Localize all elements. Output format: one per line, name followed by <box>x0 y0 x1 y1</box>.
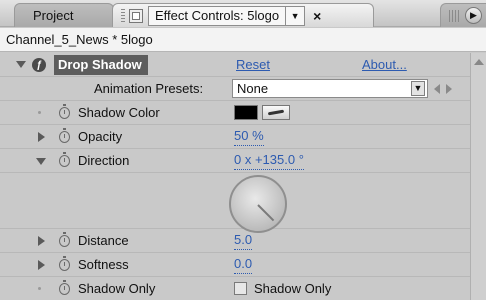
direction-label: Direction <box>78 153 130 168</box>
property-row-distance: Distance 5.0 <box>0 229 470 253</box>
tab-project-label: Project <box>33 8 74 23</box>
stopwatch-icon[interactable] <box>59 232 70 247</box>
tab-grip-icon[interactable] <box>121 8 125 23</box>
shadow-color-swatch[interactable] <box>234 105 258 120</box>
direction-value[interactable]: 0 x +135.0 ° <box>234 151 304 170</box>
tab-effect-controls-label: Effect Controls: 5logo <box>148 5 286 26</box>
tab-overflow: ▶ <box>440 3 486 27</box>
softness-value[interactable]: 0.0 <box>234 255 253 274</box>
chevron-down-icon[interactable]: ▼ <box>411 81 425 96</box>
direction-dial-row <box>0 173 470 233</box>
scroll-up-icon[interactable] <box>474 59 484 65</box>
shadow-only-checkbox-label[interactable]: Shadow Only <box>254 277 331 300</box>
tab-project[interactable]: Project <box>14 3 114 27</box>
effect-controls-panel: ƒ Drop Shadow Reset About... Animation P… <box>0 53 470 300</box>
previous-preset-icon[interactable] <box>434 84 440 94</box>
shadow-only-checkbox[interactable] <box>234 282 247 295</box>
preset-nav <box>434 84 458 94</box>
animation-presets-select[interactable]: None ▼ <box>232 79 428 98</box>
next-preset-icon[interactable] <box>446 84 452 94</box>
eyedropper-icon <box>267 109 285 116</box>
effect-name[interactable]: Drop Shadow <box>54 55 148 75</box>
shadow-color-label: Shadow Color <box>78 105 160 120</box>
stopwatch-icon[interactable] <box>59 128 70 143</box>
effect-header-row: ƒ Drop Shadow Reset About... <box>0 53 470 77</box>
expand-triangle-icon[interactable] <box>38 236 45 246</box>
softness-label: Softness <box>78 257 129 272</box>
distance-label: Distance <box>78 233 129 248</box>
property-row-opacity: Opacity 50 % <box>0 125 470 149</box>
tab-grip-icon[interactable] <box>449 9 459 22</box>
property-row-direction: Direction 0 x +135.0 ° <box>0 149 470 173</box>
bullet-icon <box>38 287 41 290</box>
stopwatch-icon[interactable] <box>59 104 70 119</box>
stopwatch-icon[interactable] <box>59 152 70 167</box>
shadow-only-label: Shadow Only <box>78 281 156 296</box>
fx-toggle-icon[interactable]: ƒ <box>32 58 46 72</box>
stopwatch-icon[interactable] <box>59 256 70 271</box>
effect-controls-icon <box>129 8 143 23</box>
eyedropper-button[interactable] <box>262 105 290 120</box>
property-row-shadow-only: Shadow Only Shadow Only <box>0 277 470 300</box>
expand-triangle-icon[interactable] <box>38 132 45 142</box>
vertical-scrollbar[interactable] <box>470 53 486 300</box>
opacity-value[interactable]: 50 % <box>234 127 264 146</box>
tab-effect-controls[interactable]: Effect Controls: 5logo ▼ × <box>112 3 374 27</box>
reset-link[interactable]: Reset <box>236 53 270 76</box>
panel-path: Channel_5_News * 5logo <box>0 28 486 52</box>
animation-presets-label: Animation Presets: <box>94 81 204 96</box>
direction-dial[interactable] <box>229 175 287 233</box>
collapse-triangle-icon[interactable] <box>16 61 26 68</box>
opacity-label: Opacity <box>78 129 123 144</box>
dial-needle <box>257 204 275 222</box>
tab-close-button[interactable]: × <box>313 8 321 24</box>
animation-presets-value: None <box>237 81 269 96</box>
expand-triangle-icon[interactable] <box>38 260 45 270</box>
property-row-shadow-color: Shadow Color <box>0 101 470 125</box>
tab-menu-button[interactable]: ▼ <box>285 5 306 26</box>
stopwatch-icon[interactable] <box>59 280 70 295</box>
panel-tab-bar: Project Effect Controls: 5logo ▼ × ▶ <box>0 0 486 27</box>
animation-presets-row: Animation Presets: None ▼ <box>0 77 470 101</box>
about-link[interactable]: About... <box>362 53 407 76</box>
bullet-icon <box>38 111 41 114</box>
property-row-softness: Softness 0.0 <box>0 253 470 277</box>
collapse-triangle-icon[interactable] <box>36 158 46 165</box>
tab-scroll-right-icon[interactable]: ▶ <box>465 7 482 24</box>
distance-value[interactable]: 5.0 <box>234 231 253 250</box>
